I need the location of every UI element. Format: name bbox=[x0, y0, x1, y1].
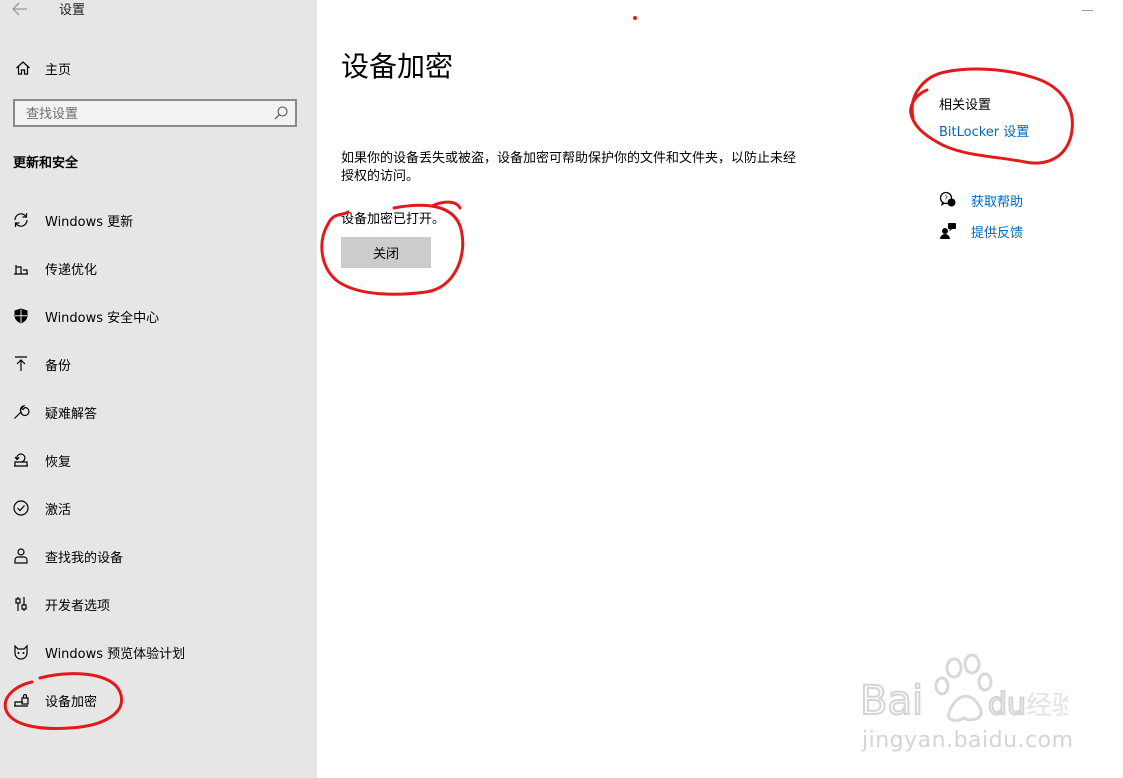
sidebar-item-label: 查找我的设备 bbox=[45, 550, 124, 566]
minimize-button[interactable] bbox=[1082, 10, 1093, 11]
developer-sliders-icon bbox=[10, 594, 32, 614]
red-dot-mark bbox=[633, 16, 637, 20]
encryption-status: 设备加密已打开。 bbox=[341, 212, 446, 227]
sidebar: 设置 主页 更新和安全 Windows 更新 传递优化 Windows 安全中心 bbox=[0, 0, 317, 778]
sidebar-item-label: Windows 安全中心 bbox=[45, 310, 160, 326]
back-button[interactable] bbox=[12, 2, 32, 20]
sidebar-item-windows-security[interactable]: Windows 安全中心 bbox=[10, 304, 159, 328]
annotation-circle-related-settings bbox=[909, 67, 1074, 165]
sync-icon bbox=[10, 210, 32, 230]
home-icon bbox=[12, 58, 34, 78]
sidebar-item-label: Windows 更新 bbox=[45, 214, 134, 230]
sidebar-item-device-encryption[interactable]: 设备加密 bbox=[10, 688, 97, 712]
svg-text:Bai: Bai bbox=[860, 678, 923, 724]
insider-cat-icon bbox=[10, 642, 32, 662]
sidebar-item-backup[interactable]: 备份 bbox=[10, 352, 71, 376]
wrench-icon bbox=[10, 402, 32, 422]
sidebar-item-label: 恢复 bbox=[45, 454, 72, 470]
sidebar-item-recovery[interactable]: 恢复 bbox=[10, 448, 71, 472]
encryption-description: 如果你的设备丢失或被盗，设备加密可帮助保护你的文件和文件夹，以防止未经授权的访问… bbox=[341, 151, 797, 184]
sidebar-item-delivery-optimization[interactable]: 传递优化 bbox=[10, 256, 97, 280]
svg-text:经验: 经验 bbox=[1026, 691, 1068, 721]
search-icon[interactable] bbox=[273, 105, 289, 121]
sidebar-item-label: 主页 bbox=[45, 62, 72, 78]
sidebar-item-label: 疑难解答 bbox=[45, 406, 98, 422]
sidebar-item-windows-insider[interactable]: Windows 预览体验计划 bbox=[10, 640, 185, 664]
bitlocker-settings-link[interactable]: BitLocker 设置 bbox=[939, 124, 1029, 141]
svg-text:du: du bbox=[988, 687, 1026, 722]
sidebar-item-label: 开发者选项 bbox=[45, 598, 111, 614]
sidebar-item-troubleshoot[interactable]: 疑难解答 bbox=[10, 400, 97, 424]
section-title: 更新和安全 bbox=[13, 156, 79, 171]
backup-arrow-icon bbox=[10, 354, 32, 374]
svg-text:?: ? bbox=[944, 194, 948, 202]
sidebar-item-label: 设备加密 bbox=[45, 694, 98, 710]
back-arrow-icon bbox=[12, 2, 27, 16]
help-chat-icon: ? bbox=[939, 191, 957, 209]
sidebar-item-label: Windows 预览体验计划 bbox=[45, 646, 186, 662]
app-title: 设置 bbox=[59, 3, 86, 18]
sidebar-item-label: 传递优化 bbox=[45, 262, 98, 278]
get-help-link[interactable]: ? 获取帮助 bbox=[939, 190, 1023, 210]
sidebar-item-find-my-device[interactable]: 查找我的设备 bbox=[10, 544, 123, 568]
give-feedback-link[interactable]: 提供反馈 bbox=[939, 221, 1023, 241]
sidebar-item-label: 激活 bbox=[45, 502, 72, 518]
delivery-optimization-icon bbox=[10, 258, 32, 278]
sidebar-item-activation[interactable]: 激活 bbox=[10, 496, 71, 520]
find-device-person-icon bbox=[10, 546, 32, 566]
watermark-url: jingyan.baidu.com bbox=[862, 728, 1074, 753]
feedback-person-icon bbox=[939, 222, 957, 240]
sidebar-item-label: 备份 bbox=[45, 358, 72, 374]
activation-check-icon bbox=[10, 498, 32, 518]
sidebar-item-developer-options[interactable]: 开发者选项 bbox=[10, 592, 110, 616]
sidebar-item-home[interactable]: 主页 bbox=[12, 58, 71, 78]
link-label: 提供反馈 bbox=[971, 225, 1024, 241]
page-title: 设备加密 bbox=[341, 50, 454, 83]
shield-icon bbox=[10, 306, 32, 326]
sidebar-item-windows-update[interactable]: Windows 更新 bbox=[10, 208, 133, 232]
link-label: 获取帮助 bbox=[971, 194, 1024, 210]
turn-off-button[interactable]: 关闭 bbox=[341, 237, 431, 268]
device-encryption-icon bbox=[10, 690, 32, 710]
search-box[interactable] bbox=[13, 99, 297, 127]
search-input[interactable] bbox=[24, 103, 268, 125]
related-settings-title: 相关设置 bbox=[939, 98, 992, 113]
recovery-icon bbox=[10, 450, 32, 470]
